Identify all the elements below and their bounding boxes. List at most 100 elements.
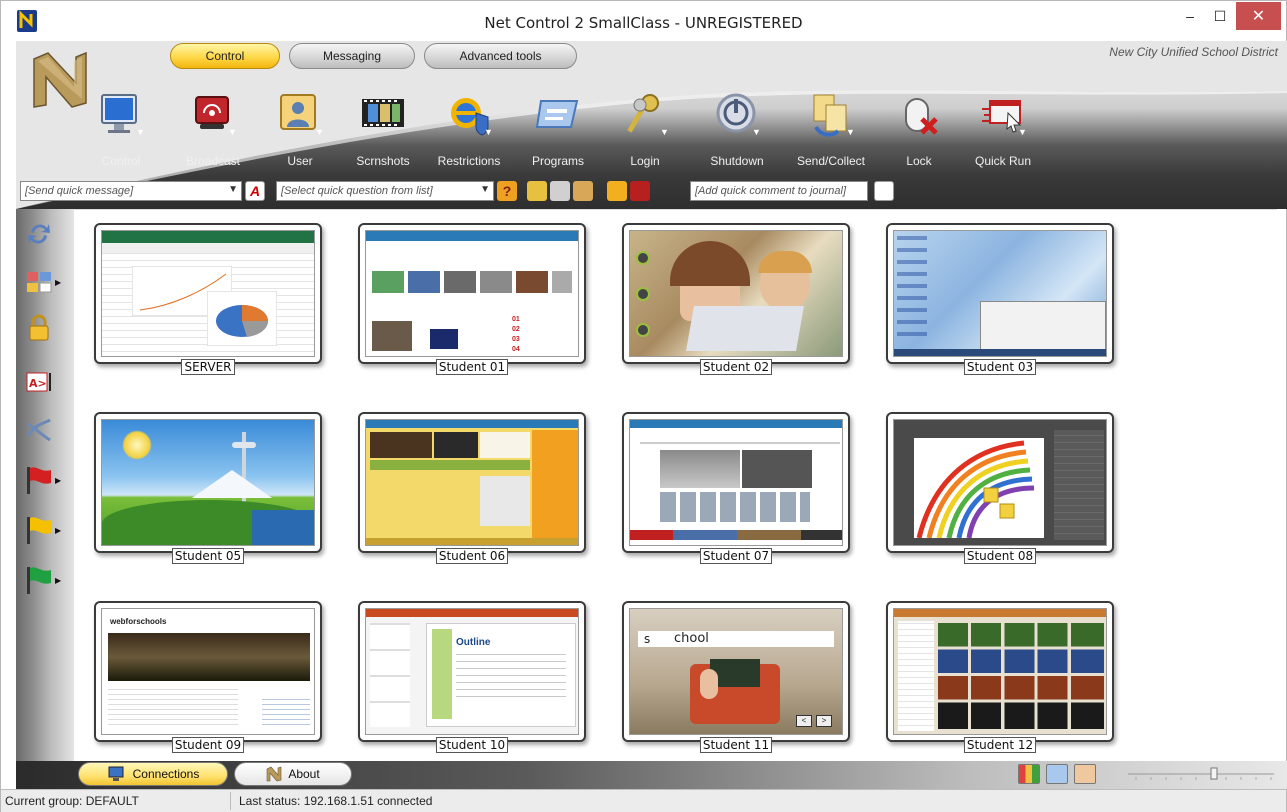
status-current-group: Current group: DEFAULT (5, 794, 139, 808)
flag-yellow-icon[interactable]: ▶ (25, 515, 65, 545)
view-users-icon[interactable] (1074, 764, 1096, 784)
student-thumbnail-09[interactable]: webforschools Student 09 (94, 601, 322, 753)
screen-preview-learning-game: s chool < > (629, 608, 843, 735)
tab-connections[interactable]: Connections (78, 762, 228, 786)
tool-shutdown[interactable]: ▼ Shutdown (692, 91, 782, 173)
chevron-down-icon[interactable]: ▼ (315, 127, 324, 137)
tab-about[interactable]: About (234, 762, 352, 786)
student-label: Student 12 (963, 737, 1037, 753)
lower-hand-icon[interactable] (630, 181, 650, 201)
tool-restrictions[interactable]: ▼ Restrictions (424, 91, 514, 173)
thumbnail-frame: s chool < > (622, 601, 850, 742)
quick-message-input[interactable]: [Send quick message] ▼ (20, 181, 242, 201)
quick-question-placeholder: [Select quick question from list] (281, 185, 433, 197)
tool-login[interactable]: ▼ Login (600, 91, 690, 173)
screen-preview-car-site (629, 419, 843, 546)
student-thumbnail-10[interactable]: Outline Student 10 (358, 601, 586, 753)
tool-lock-label: Lock (906, 154, 932, 168)
screen-preview-photo-browser (893, 608, 1107, 735)
quick-question-input[interactable]: [Select quick question from list] ▼ (276, 181, 494, 201)
district-name: New City Unified School District (1109, 45, 1278, 59)
star-gold-icon[interactable] (527, 181, 547, 201)
student-thumbnail-01[interactable]: 01 02 03 04 Student 01 (358, 223, 586, 375)
tab-connections-label: Connections (132, 767, 200, 781)
student-thumbnail-server[interactable]: SERVER (94, 223, 322, 375)
tool-lock[interactable]: Lock (874, 91, 964, 173)
chevron-down-icon[interactable]: ▼ (1018, 127, 1027, 137)
chevron-down-icon[interactable]: ▼ (484, 127, 493, 137)
question-icon[interactable]: ? (497, 181, 517, 201)
tab-advanced-tools[interactable]: Advanced tools (424, 43, 577, 69)
tool-quick-run[interactable]: ▼ Quick Run (958, 91, 1048, 173)
journal-add-icon[interactable] (874, 181, 894, 201)
student-thumbnail-08[interactable]: Student 08 (886, 412, 1114, 564)
flag-red-icon[interactable]: ▶ (25, 465, 65, 495)
student-thumbnail-03[interactable]: Student 03 (886, 223, 1114, 375)
font-style-icon[interactable]: A (245, 181, 265, 201)
zoom-slider[interactable] (1126, 767, 1276, 781)
student-thumbnail-05[interactable]: Student 05 (94, 412, 322, 564)
chevron-down-icon[interactable]: ▼ (228, 127, 237, 137)
about-logo-icon (267, 766, 282, 782)
student-thumbnail-02[interactable]: Student 02 (622, 223, 850, 375)
window-title: Net Control 2 SmallClass - UNREGISTERED (484, 14, 803, 32)
tool-broadcast[interactable]: ▼ Broadcast (168, 91, 258, 173)
thumbnail-frame (886, 412, 1114, 553)
chevron-down-icon[interactable]: ▼ (136, 127, 145, 137)
star-bronze-icon[interactable] (573, 181, 593, 201)
layout-grid-icon[interactable]: ▶ (25, 267, 65, 297)
screen-preview-learning-site (365, 419, 579, 546)
tool-user[interactable]: ▼ User (255, 91, 345, 173)
status-divider (230, 792, 231, 810)
student-label: Student 01 (435, 359, 509, 375)
student-thumbnail-06[interactable]: Student 06 (358, 412, 586, 564)
maximize-button[interactable]: ☐ (1206, 2, 1234, 30)
chevron-down-icon[interactable]: ▼ (228, 184, 238, 195)
thumbnail-frame (622, 412, 850, 553)
tab-messaging-label: Messaging (322, 49, 382, 63)
tool-control[interactable]: ▼ Control (76, 91, 166, 173)
tool-scrnshots-label: Scrnshots (356, 154, 410, 168)
rename-icon[interactable]: A> (25, 367, 65, 397)
tool-programs-label: Programs (531, 154, 584, 168)
chevron-down-icon[interactable]: ▼ (660, 127, 669, 137)
padlock-icon[interactable] (25, 313, 65, 343)
tool-scrnshots[interactable]: Scrnshots (338, 91, 428, 173)
chevron-down-icon[interactable]: ▼ (846, 127, 855, 137)
disconnect-icon[interactable] (25, 415, 65, 445)
student-label: Student 03 (963, 359, 1037, 375)
student-thumbnail-07[interactable]: Student 07 (622, 412, 850, 564)
flag-green-icon[interactable]: ▶ (25, 565, 65, 595)
thumbnail-site-title: webforschools (110, 617, 167, 626)
app-window: Net Control 2 SmallClass - UNREGISTERED … (0, 0, 1287, 812)
game-letter: s (644, 632, 651, 646)
thumbnail-frame: Outline (358, 601, 586, 742)
quick-comment-input[interactable]: [Add quick comment to journal] (690, 181, 868, 201)
programs-window-icon (535, 100, 579, 128)
tool-send-collect[interactable]: ▼ Send/Collect (786, 91, 876, 173)
minimize-button[interactable]: – (1176, 2, 1204, 30)
raise-hand-icon[interactable] (607, 181, 627, 201)
close-button[interactable]: ✕ (1236, 2, 1281, 30)
student-thumbnail-11[interactable]: s chool < > Student 11 (622, 601, 850, 753)
screen-preview-news-site: 01 02 03 04 (365, 230, 579, 357)
tab-control[interactable]: Control (170, 43, 280, 69)
tool-programs[interactable]: Programs (513, 91, 603, 173)
chevron-down-icon[interactable]: ▼ (752, 127, 761, 137)
bottom-tab-bar: Connections About (16, 761, 1287, 789)
view-thumbnails-icon[interactable] (1018, 764, 1040, 784)
tab-messaging[interactable]: Messaging (289, 43, 415, 69)
view-screens-icon[interactable] (1046, 764, 1068, 784)
thumbnail-frame (94, 412, 322, 553)
refresh-icon[interactable] (25, 219, 65, 249)
star-silver-icon[interactable] (550, 181, 570, 201)
student-label: Student 06 (435, 548, 509, 564)
left-toolbar: ▶ A> ▶ ▶ ▶ (16, 209, 74, 761)
screen-preview-wallpaper (101, 419, 315, 546)
thumbnail-frame (622, 223, 850, 364)
student-thumbnail-12[interactable]: Student 12 (886, 601, 1114, 753)
chevron-down-icon[interactable]: ▼ (480, 184, 490, 195)
screen-preview-graphics-editor (893, 419, 1107, 546)
thumbnail-frame: webforschools (94, 601, 322, 742)
student-label: Student 07 (699, 548, 773, 564)
